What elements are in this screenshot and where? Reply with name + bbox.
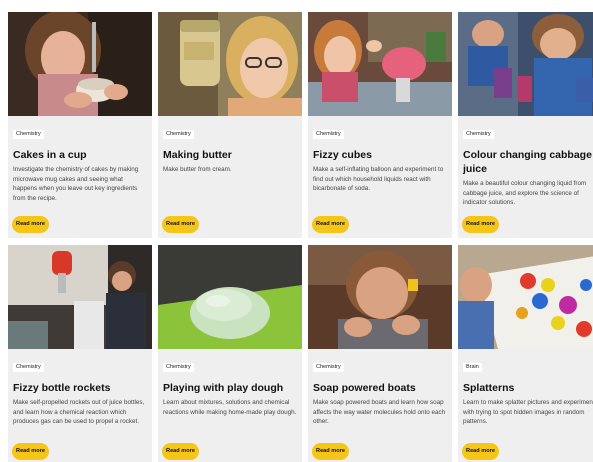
children-with-beakers-photo: [458, 12, 593, 116]
activity-card-bottle-rockets[interactable]: Chemistry Fizzy bottle rockets Make self…: [8, 245, 152, 462]
category-tag: Chemistry: [13, 130, 44, 139]
child-with-jar-photo: [158, 12, 302, 116]
activity-description: Make a self-inflating balloon and experi…: [313, 166, 444, 193]
activity-title[interactable]: Fizzy cubes: [313, 148, 447, 162]
activity-card-splatterns[interactable]: Brain Splatterns Learn to make splatter …: [458, 245, 593, 462]
activity-grid: Chemistry Cakes in a cup Investigate the…: [0, 0, 593, 462]
activity-photo[interactable]: [308, 12, 452, 116]
read-more-button[interactable]: Read more: [12, 443, 49, 460]
activity-title[interactable]: Cakes in a cup: [13, 148, 147, 162]
activity-description: Make self-propelled rockets out of juice…: [13, 399, 145, 426]
activity-title[interactable]: Colour changing cabbage juice: [463, 148, 593, 176]
activity-description: Learn to make splatter pictures and expe…: [463, 399, 593, 426]
activity-description: Investigate the chemistry of cakes by ma…: [13, 166, 139, 202]
bottle-rocket-photo: [8, 245, 152, 349]
activity-card-play-dough[interactable]: Chemistry Playing with play dough Learn …: [158, 245, 302, 462]
child-with-balloon-photo: [308, 12, 452, 116]
activity-photo[interactable]: [308, 245, 452, 349]
category-tag: Chemistry: [463, 130, 494, 139]
activity-card-cakes[interactable]: Chemistry Cakes in a cup Investigate the…: [8, 12, 152, 238]
child-with-cup-photo: [8, 12, 152, 116]
category-tag: Chemistry: [163, 363, 194, 372]
activity-description: Make a beautiful colour changing liquid …: [463, 180, 587, 207]
activity-title[interactable]: Soap powered boats: [313, 381, 447, 395]
activity-photo[interactable]: [158, 12, 302, 116]
activity-description: Make butter from cream.: [163, 166, 232, 173]
activity-photo[interactable]: [458, 245, 593, 349]
category-tag: Chemistry: [13, 363, 44, 372]
read-more-button[interactable]: Read more: [162, 216, 199, 233]
read-more-button[interactable]: Read more: [312, 443, 349, 460]
read-more-button[interactable]: Read more: [312, 216, 349, 233]
read-more-button[interactable]: Read more: [462, 443, 499, 460]
activity-title[interactable]: Playing with play dough: [163, 381, 297, 395]
activity-card-butter[interactable]: Chemistry Making butter Make butter from…: [158, 12, 302, 238]
category-tag: Chemistry: [313, 130, 344, 139]
child-with-boat-photo: [308, 245, 452, 349]
activity-title[interactable]: Making butter: [163, 148, 297, 162]
activity-title[interactable]: Splatterns: [463, 381, 593, 395]
read-more-button[interactable]: Read more: [12, 216, 49, 233]
read-more-button[interactable]: Read more: [462, 216, 499, 233]
activity-description: Make soap powered boats and learn how so…: [313, 399, 446, 426]
category-tag: Chemistry: [163, 130, 194, 139]
activity-title[interactable]: Fizzy bottle rockets: [13, 381, 147, 395]
activity-photo[interactable]: [8, 245, 152, 349]
category-tag: Chemistry: [313, 363, 344, 372]
activity-photo[interactable]: [158, 245, 302, 349]
activity-card-fizzy-cubes[interactable]: Chemistry Fizzy cubes Make a self-inflat…: [308, 12, 452, 238]
play-dough-photo: [158, 245, 302, 349]
activity-description: Learn about mixtures, solutions and chem…: [163, 399, 297, 416]
activity-card-soap-boats[interactable]: Chemistry Soap powered boats Make soap p…: [308, 245, 452, 462]
activity-photo[interactable]: [458, 12, 593, 116]
read-more-button[interactable]: Read more: [162, 443, 199, 460]
activity-card-cabbage-juice[interactable]: Chemistry Colour changing cabbage juice …: [458, 12, 593, 238]
activity-photo[interactable]: [8, 12, 152, 116]
category-tag: Brain: [463, 363, 482, 372]
splatter-painting-photo: [458, 245, 593, 349]
